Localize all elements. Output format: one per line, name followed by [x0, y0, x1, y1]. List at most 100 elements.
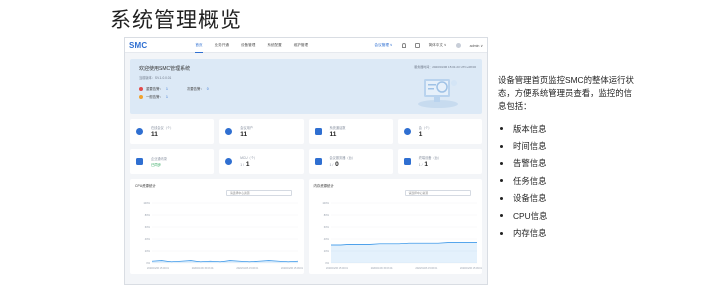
conference-icon — [403, 128, 411, 135]
stat-card-meetings[interactable]: 在线会议（个） 11 — [130, 119, 215, 144]
stat-label: 系统通话数 — [329, 126, 346, 130]
smc-screenshot: SMC 首页 业务开通 设备管理 系统配置 维护管理 会议管理 ∨ 简体中文 ∨… — [124, 37, 488, 285]
bullet-icon — [500, 231, 503, 235]
y-tick-label: 20% — [145, 249, 151, 253]
stat-value: 0 — [335, 161, 339, 168]
cpu-chart: 100% 80% 60% 40% 20% 0% 2020/01/06 15:00:01 202… — [143, 201, 304, 270]
stat-value: 已同步 — [151, 163, 162, 167]
y-tick-label: 20% — [323, 249, 329, 253]
slide: 系统管理概览 SMC 首页 业务开通 设备管理 系统配置 维护管理 会议管理 ∨… — [0, 0, 720, 290]
stat-label: 会（个） — [418, 126, 432, 130]
description-panel: 设备管理首页监控SMC的整体运行状态，方便系统管理员查看，监控的信息包括： 版本… — [498, 74, 636, 242]
user-icon — [225, 128, 233, 135]
terminal-icon — [403, 158, 411, 165]
smc-logo: SMC — [129, 40, 148, 50]
list-item-label: 时间信息 — [513, 141, 547, 152]
memory-chart: 100% 80% 60% 40% 20% 0% 2020/01/06 15:00:01 202… — [322, 201, 482, 270]
nav-item-service[interactable]: 业务开通 — [215, 38, 229, 53]
list-item: 时间信息 — [498, 137, 636, 154]
resource-select[interactable]: 请选择中心资源 — [226, 190, 292, 196]
x-tick-label: 2020/01/06 15:00:01 — [326, 267, 349, 270]
chart-title: CPU资源统计 — [135, 184, 156, 188]
top-right-tools: 会议管理 ∨ 简体中文 ∨ admin ∨ — [375, 38, 483, 53]
stat-sub: 1 / — [418, 163, 423, 167]
alert-label: 次要告警： — [186, 87, 204, 91]
avatar[interactable] — [455, 43, 461, 48]
bullet-icon — [500, 144, 503, 148]
list-item: 版本信息 — [498, 120, 636, 137]
stat-sub: 1 / — [240, 163, 245, 167]
server-icon — [314, 158, 322, 165]
x-tick-label: 2020/01/06 15:00:01 — [147, 267, 170, 270]
stat-card-directory[interactable]: 企业通讯录 已同步 — [130, 149, 215, 174]
y-tick-label: 40% — [145, 237, 151, 241]
cpu-chart-card: CPU资源统计 请选择中心资源 100% 80% 60% 40% 20% 0% 2020/0… — [130, 179, 304, 274]
directory-icon — [136, 158, 143, 165]
x-tick-label: 2020/01/06 15:06:01 — [415, 267, 438, 270]
list-item: 告警信息 — [498, 155, 636, 172]
nav-item-home[interactable]: 首页 — [195, 38, 203, 53]
stat-card-terminals[interactable]: 终端设备（台） 1 / 1 — [397, 149, 482, 174]
nav-item-devices[interactable]: 设备管理 — [241, 38, 255, 53]
stat-value: 11 — [240, 131, 248, 138]
call-icon — [314, 128, 322, 135]
stat-value: 1 — [245, 161, 250, 168]
site-switcher[interactable]: 会议管理 ∨ — [375, 43, 393, 48]
list-item-label: 版本信息 — [513, 123, 547, 134]
alert-label: 一般告警： — [146, 95, 163, 99]
nav-item-maintenance[interactable]: 维护管理 — [294, 38, 308, 53]
alert-count-link[interactable]: 1 — [166, 87, 168, 91]
stat-card-conferences[interactable]: 会（个） 1 — [397, 119, 482, 144]
bell-icon[interactable] — [401, 43, 406, 48]
list-item: 设备信息 — [498, 190, 636, 207]
dashboard-illustration — [418, 79, 458, 108]
major-alert-icon — [139, 86, 143, 91]
x-tick-label: 2020/01/06 15:09:01 — [281, 267, 304, 270]
language-switcher[interactable]: 简体中文 ∨ — [429, 43, 447, 48]
stat-label: 终端设备（台） — [418, 156, 442, 160]
stat-value: 1 — [424, 161, 428, 168]
y-tick-label: 60% — [323, 225, 329, 229]
user-menu[interactable]: admin ∨ — [470, 44, 483, 48]
alert-count-link[interactable]: 1 — [166, 95, 168, 99]
alert-count-link[interactable]: 0 — [207, 87, 209, 91]
y-tick-label: 0% — [146, 261, 150, 265]
nav-item-config[interactable]: 系统配置 — [267, 38, 281, 53]
list-item-label: 告警信息 — [513, 158, 547, 169]
list-item-label: 内存信息 — [513, 228, 547, 239]
list-item-label: CPU信息 — [513, 210, 548, 221]
stat-card-servers[interactable]: 会议服务器（台） 1 / 0 — [308, 149, 393, 174]
bullet-icon — [500, 214, 503, 218]
slide-title: 系统管理概览 — [110, 9, 242, 32]
chart-title: 内存资源统计 — [313, 184, 334, 188]
stat-value: 11 — [329, 131, 337, 138]
stat-card-calls[interactable]: 系统通话数 11 — [308, 119, 393, 144]
list-item-label: 设备信息 — [513, 193, 547, 204]
x-tick-label: 2020/01/06 15:06:01 — [236, 267, 259, 270]
stat-card-mcu[interactable]: MCU（个） 1 / 1 — [219, 149, 304, 174]
stat-cards: 在线会议（个） 11 会议用户 11 系统通话数 11 会（个） 1 企业通讯录 已同步 — [130, 119, 482, 174]
alert-label: 重要告警： — [146, 87, 163, 91]
stat-label: 会议服务器（台） — [329, 156, 356, 160]
list-item: CPU信息 — [498, 207, 636, 224]
list-item-label: 任务信息 — [513, 175, 547, 186]
bullet-icon — [500, 196, 503, 200]
stat-label: 企业通讯录 — [151, 157, 167, 161]
main-nav: 首页 业务开通 设备管理 系统配置 维护管理 — [195, 38, 308, 53]
warning-alert-icon — [139, 94, 143, 99]
y-tick-label: 0% — [325, 261, 329, 265]
info-list: 版本信息 时间信息 告警信息 任务信息 设备信息 CPU信息 内存信息 — [498, 120, 636, 242]
resource-select[interactable]: 请选择中心资源 — [404, 190, 471, 196]
dashboard-content: 欢迎使用SMC管理系统 当前版本：SV.1.0.0.01 服务器时间：2020/… — [125, 53, 487, 280]
stat-card-users[interactable]: 会议用户 11 — [219, 119, 304, 144]
list-item: 任务信息 — [498, 172, 636, 189]
welcome-banner: 欢迎使用SMC管理系统 当前版本：SV.1.0.0.01 服务器时间：2020/… — [130, 59, 482, 114]
bullet-icon — [500, 127, 503, 131]
stat-value: 1 — [418, 131, 423, 138]
y-tick-label: 80% — [323, 213, 329, 217]
top-nav-bar: SMC 首页 业务开通 设备管理 系统配置 维护管理 会议管理 ∨ 简体中文 ∨… — [125, 38, 487, 53]
server-time: 服务器时间：2020/01/06 15:01:23 UTC+08:00 — [414, 65, 476, 69]
x-tick-label: 2020/01/06 15:03:01 — [370, 267, 393, 270]
help-icon[interactable] — [414, 43, 420, 48]
memory-chart-card: 内存资源统计 请选择中心资源 100% 80% 60% 40% 20% 0% 2020/01… — [308, 179, 482, 274]
